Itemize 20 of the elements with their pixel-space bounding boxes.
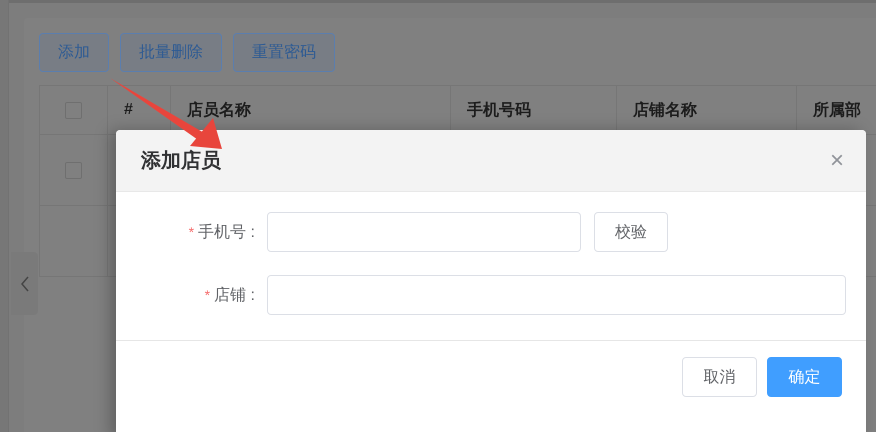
field-label: 手机号 :: [198, 222, 255, 242]
toolbar-button[interactable]: 添加: [39, 33, 109, 72]
cancel-button[interactable]: 取消: [682, 357, 757, 397]
column-header: #: [124, 101, 133, 119]
confirm-button[interactable]: 确定: [767, 357, 842, 397]
dialog-title: 添加店员: [141, 148, 221, 174]
toolbar-button[interactable]: 重置密码: [233, 33, 335, 72]
toolbar-button[interactable]: 批量删除: [120, 33, 222, 72]
column-header: 所属部: [813, 100, 861, 120]
input-field[interactable]: [267, 275, 846, 315]
required-mark: *: [204, 287, 210, 303]
column-header: 店员名称: [187, 100, 251, 120]
column-header: 手机号码: [467, 100, 531, 120]
input-field[interactable]: [267, 212, 581, 252]
chevron-left-icon: [20, 276, 30, 292]
column-header: 店铺名称: [633, 100, 697, 120]
field-label: 店铺 :: [214, 286, 255, 306]
close-button[interactable]: ×: [826, 148, 848, 172]
verify-button[interactable]: 校验: [594, 212, 668, 252]
required-mark: *: [188, 224, 194, 240]
